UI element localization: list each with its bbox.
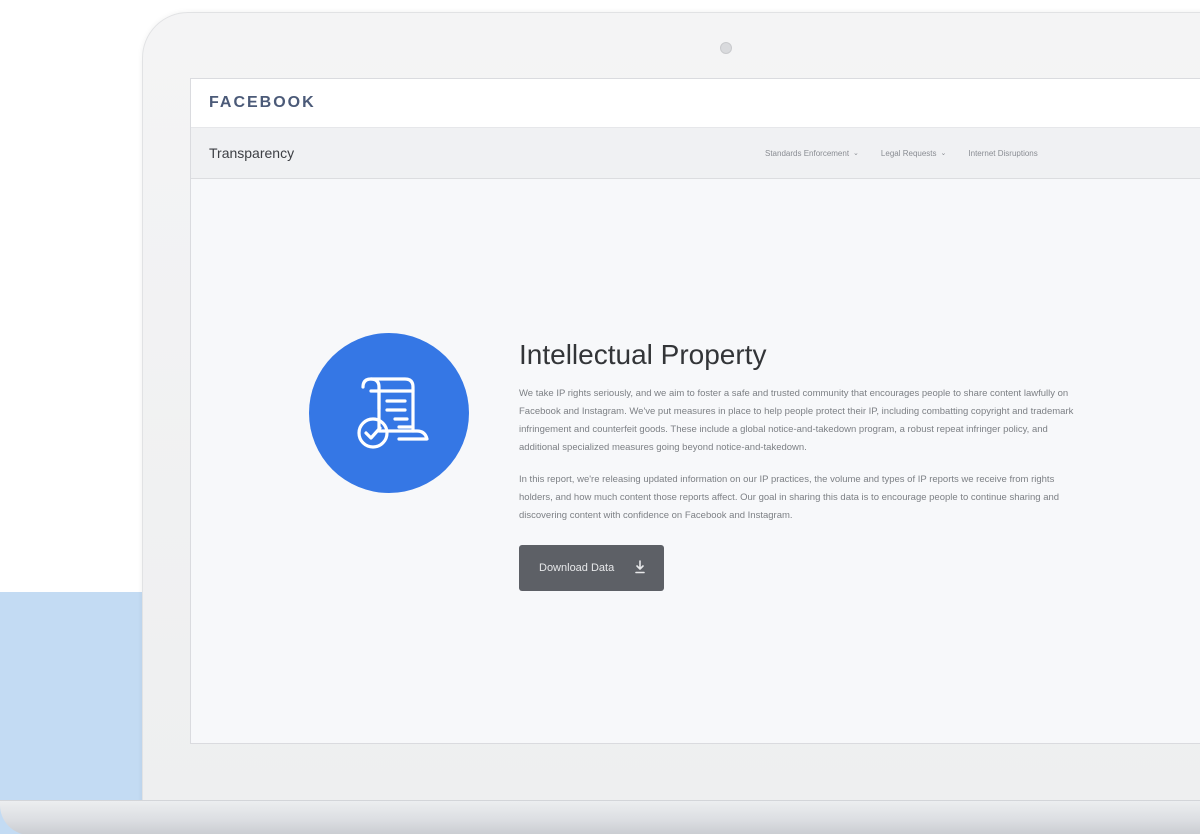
facebook-logo[interactable]: FACEBOOK bbox=[209, 94, 316, 112]
page-title: Intellectual Property bbox=[519, 339, 767, 370]
nav-link-legal-requests[interactable]: Legal Requests ⌄ bbox=[881, 149, 946, 158]
laptop-base bbox=[0, 800, 1200, 834]
nav-links: Standards Enforcement ⌄ Legal Requests ⌄… bbox=[765, 128, 1038, 178]
intro-text-column: Intellectual Property We take IP rights … bbox=[519, 339, 1089, 591]
download-icon bbox=[634, 559, 646, 577]
camera-icon bbox=[720, 42, 732, 54]
laptop-screen: FACEBOOK Transparency Standards Enforcem… bbox=[190, 78, 1200, 744]
scene: FACEBOOK Transparency Standards Enforcem… bbox=[0, 0, 1200, 834]
main-content: Intellectual Property We take IP rights … bbox=[191, 179, 1200, 739]
brand-bar: FACEBOOK bbox=[191, 79, 1200, 127]
nav-link-label: Standards Enforcement bbox=[765, 148, 850, 158]
nav-link-standards-enforcement[interactable]: Standards Enforcement ⌄ bbox=[765, 149, 859, 158]
intro-paragraph-1: We take IP rights seriously, and we aim … bbox=[519, 388, 1074, 453]
intro-paragraph-2: In this report, we're releasing updated … bbox=[519, 474, 1060, 521]
nav-title-transparency[interactable]: Transparency bbox=[209, 145, 294, 161]
nav-link-label: Legal Requests bbox=[880, 148, 937, 158]
nav-bar: Transparency Standards Enforcement ⌄ Leg… bbox=[191, 127, 1200, 179]
chevron-down-icon: ⌄ bbox=[853, 150, 859, 157]
nav-link-internet-disruptions[interactable]: Internet Disruptions bbox=[968, 149, 1037, 158]
chevron-down-icon: ⌄ bbox=[940, 150, 947, 157]
ip-document-check-icon bbox=[309, 333, 469, 493]
nav-link-label: Internet Disruptions bbox=[968, 148, 1038, 158]
ip-document-check-icon-graphic bbox=[357, 377, 429, 449]
download-data-label: Download Data bbox=[539, 562, 615, 574]
download-data-button[interactable]: Download Data bbox=[519, 545, 665, 591]
